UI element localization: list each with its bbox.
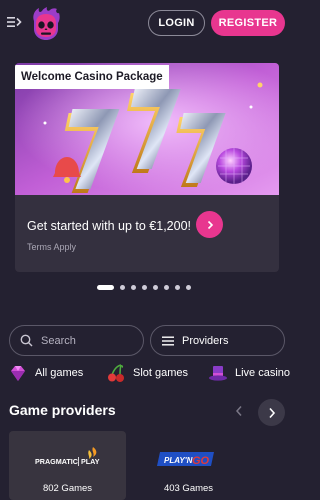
carousel-dot[interactable] xyxy=(164,284,169,290)
terms-link[interactable]: Terms Apply xyxy=(27,242,76,252)
search-input[interactable]: Search xyxy=(9,325,144,356)
cherries-icon xyxy=(108,364,124,382)
provider-game-count: 403 Games xyxy=(163,483,214,494)
providers-button[interactable]: Providers xyxy=(150,325,285,356)
promo-card[interactable]: Welcome Casino Package xyxy=(15,63,279,272)
category-slot-games[interactable]: Slot games xyxy=(106,362,188,384)
chevron-right-icon xyxy=(207,220,213,229)
svg-text:PLAY: PLAY xyxy=(81,457,100,466)
carousel-dot[interactable] xyxy=(186,284,191,290)
carousel-dot[interactable] xyxy=(142,284,147,290)
list-icon xyxy=(162,336,174,345)
promo-headline: Get started with up to €1,200! xyxy=(27,219,191,233)
pragmatic-play-logo: PRAGMATIC PLAY xyxy=(35,447,100,466)
menu-collapse-icon[interactable] xyxy=(6,13,24,31)
carousel-dot[interactable] xyxy=(131,284,136,290)
provider-game-count: 802 Games xyxy=(42,483,93,494)
gem-icon xyxy=(11,366,25,381)
providers-next-button[interactable] xyxy=(258,399,285,426)
register-button[interactable]: REGISTER xyxy=(211,10,285,36)
top-hat-icon xyxy=(209,366,227,381)
category-bar: All games Slot games Live casino xyxy=(8,362,294,384)
flaming-skull-logo[interactable] xyxy=(30,7,62,41)
carousel-dots xyxy=(97,284,191,290)
search-icon xyxy=(20,334,33,347)
section-title-game-providers: Game providers xyxy=(9,402,116,418)
category-label: Slot games xyxy=(133,367,189,379)
carousel-dot[interactable] xyxy=(175,284,180,290)
promo-badge: Welcome Casino Package xyxy=(15,65,169,89)
category-all-games[interactable]: All games xyxy=(8,362,83,384)
login-button[interactable]: LOGIN xyxy=(148,10,205,36)
promo-next-button[interactable] xyxy=(196,211,223,238)
provider-card-play-n-go[interactable]: PLAY'N GO 403 Games xyxy=(130,431,247,500)
svg-text:PRAGMATIC: PRAGMATIC xyxy=(35,457,78,466)
category-live-casino[interactable]: Live casino xyxy=(208,362,290,384)
svg-text:PLAY'N: PLAY'N xyxy=(164,456,193,465)
chevron-right-icon xyxy=(268,407,275,418)
top-header: LOGIN REGISTER xyxy=(0,0,294,46)
carousel-dot-active[interactable] xyxy=(97,284,114,290)
carousel-dot[interactable] xyxy=(120,284,125,290)
play-n-go-logo: PLAY'N GO xyxy=(157,452,214,467)
carousel-dot[interactable] xyxy=(153,284,158,290)
providers-prev-button[interactable] xyxy=(231,403,247,419)
category-label: All games xyxy=(35,367,84,379)
search-placeholder: Search xyxy=(41,334,76,347)
provider-card-pragmatic-play[interactable]: PRAGMATIC PLAY 802 Games xyxy=(9,431,126,500)
category-label: Live casino xyxy=(235,367,291,379)
providers-label: Providers xyxy=(182,334,229,347)
chevron-left-icon xyxy=(235,406,242,416)
svg-text:GO: GO xyxy=(192,455,210,467)
